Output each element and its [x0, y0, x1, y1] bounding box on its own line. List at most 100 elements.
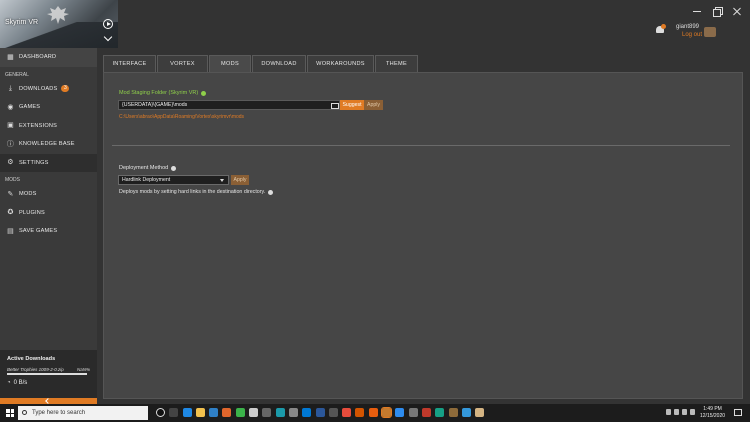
- mods-settings-panel: Mod Staging Folder (Skyrim VR) {USERDATA…: [103, 72, 743, 399]
- avatar[interactable]: [704, 27, 716, 37]
- settings-main: INTERFACE VORTEX MODS DOWNLOAD WORKAROUN…: [103, 55, 743, 399]
- windows-taskbar: Type here to search 1:49 PM 12/15/2020: [0, 404, 750, 422]
- tab-download[interactable]: DOWNLOAD: [252, 55, 306, 72]
- staging-apply-button[interactable]: Apply: [364, 100, 383, 110]
- clock-time: 1:49 PM: [703, 406, 722, 412]
- app-icon[interactable]: [408, 408, 418, 417]
- download-speed-value: 0 B/s: [13, 379, 28, 386]
- deployment-method-value: Hardlink Deployment: [122, 177, 171, 183]
- store-icon[interactable]: [209, 408, 219, 417]
- steam-icon[interactable]: [249, 408, 259, 417]
- download-item[interactable]: Better Trophies 1009-2-0.zip NaN%: [7, 367, 90, 372]
- download-filename: Better Trophies 1009-2-0.zip: [7, 367, 64, 372]
- tray-icon: [666, 409, 671, 415]
- taskbar-apps: [156, 407, 485, 418]
- tray-icon: [674, 409, 679, 415]
- tab-vortex[interactable]: VORTEX: [157, 55, 208, 72]
- chrome-icon[interactable]: [235, 408, 245, 417]
- sidebar-item-dashboard[interactable]: ▦ DASHBOARD: [0, 48, 97, 67]
- speedometer-icon: ◔: [7, 379, 11, 386]
- extensions-icon: ▣: [7, 122, 14, 130]
- app-icon[interactable]: [275, 408, 285, 417]
- staging-folder-input[interactable]: {USERDATA}\{GAME}\mods: [118, 100, 340, 110]
- tab-interface[interactable]: INTERFACE: [103, 55, 156, 72]
- monitor-icon[interactable]: [288, 408, 298, 417]
- tab-theme[interactable]: THEME: [375, 55, 418, 72]
- tab-mods[interactable]: MODS: [209, 55, 251, 72]
- app-icon[interactable]: [328, 408, 338, 417]
- tray-icon: [690, 409, 695, 415]
- play-icon[interactable]: [103, 19, 113, 29]
- deployment-description: Deploys mods by setting hard links in th…: [119, 189, 274, 195]
- section-divider: [112, 145, 730, 146]
- info-icon[interactable]: [171, 165, 177, 171]
- task-view-icon[interactable]: [169, 408, 179, 417]
- info-icon[interactable]: [201, 90, 207, 96]
- sidebar-item-label: GAMES: [19, 104, 41, 111]
- suggest-button[interactable]: Suggest: [340, 100, 364, 110]
- app-icon[interactable]: [222, 408, 232, 417]
- sidebar-item-label: SETTINGS: [19, 159, 49, 166]
- deployment-method-select[interactable]: Hardlink Deployment: [118, 175, 229, 185]
- app-icon[interactable]: [435, 408, 445, 417]
- app-icon[interactable]: [475, 408, 485, 417]
- sidebar-item-extensions[interactable]: ▣ EXTENSIONS: [0, 117, 97, 136]
- close-icon[interactable]: [732, 6, 742, 16]
- game-banner[interactable]: Skyrim VR: [0, 0, 118, 48]
- sidebar: ▦ DASHBOARD GENERAL ⤓ DOWNLOADS 3 ◉ GAME…: [0, 48, 97, 404]
- section-header-general: GENERAL: [5, 71, 29, 78]
- system-tray[interactable]: [666, 409, 695, 415]
- word-icon[interactable]: [315, 408, 325, 417]
- logout-link[interactable]: Log out: [682, 32, 702, 38]
- controller-icon[interactable]: [262, 408, 272, 417]
- folder-browse-icon[interactable]: [330, 101, 339, 109]
- download-speed: ◔ 0 B/s: [7, 380, 90, 386]
- game-title: Skyrim VR: [5, 19, 39, 26]
- sidebar-item-settings[interactable]: ⚙ SETTINGS: [0, 153, 97, 172]
- action-center-icon[interactable]: [734, 409, 742, 416]
- wrench-icon: ✎: [7, 190, 14, 198]
- deployment-method-label-text: Deployment Method: [119, 165, 169, 171]
- office-icon[interactable]: [355, 408, 365, 417]
- app-icon[interactable]: [368, 408, 378, 417]
- title-bar: Skyrim VR giant899 Log out: [0, 0, 750, 48]
- sidebar-item-games[interactable]: ◉ GAMES: [0, 98, 97, 117]
- cortana-icon[interactable]: [156, 408, 165, 417]
- info-icon: ⓘ: [6, 140, 15, 148]
- edge-icon[interactable]: [182, 408, 192, 417]
- clock-date: 12/15/2020: [700, 413, 726, 419]
- taskbar-clock[interactable]: 1:49 PM 12/15/2020: [700, 406, 725, 420]
- section-header-mods: MODS: [5, 177, 20, 183]
- deployment-apply-button[interactable]: Apply: [231, 175, 249, 185]
- staging-folder-label-text: Mod Staging Folder (Skyrim VR): [119, 90, 199, 96]
- sidebar-item-label: EXTENSIONS: [19, 122, 58, 129]
- tab-workarounds[interactable]: WORKAROUNDS: [307, 55, 374, 72]
- app-icon[interactable]: [421, 408, 431, 417]
- app-icon[interactable]: [461, 408, 471, 417]
- deployment-method-label: Deployment Method: [119, 165, 177, 171]
- notification-bell-icon[interactable]: [655, 24, 666, 36]
- taskbar-search-input[interactable]: Type here to search: [18, 406, 148, 420]
- app-icon[interactable]: [342, 408, 352, 417]
- windows-start-icon[interactable]: [6, 409, 14, 417]
- minimize-icon[interactable]: [692, 6, 702, 16]
- plugin-icon: ✪: [7, 209, 14, 217]
- mail-icon[interactable]: [302, 408, 312, 417]
- info-icon[interactable]: [268, 189, 274, 195]
- staging-resolved-path: C:\Users\abrao\AppData\Roaming\Vortex\sk…: [119, 114, 245, 120]
- restore-icon[interactable]: [712, 6, 723, 17]
- file-explorer-icon[interactable]: [195, 408, 205, 417]
- vortex-icon[interactable]: [381, 407, 393, 418]
- sidebar-item-downloads[interactable]: ⤓ DOWNLOADS 3: [0, 80, 97, 99]
- skyrim-logo-icon: [47, 6, 69, 24]
- app-icon[interactable]: [448, 408, 458, 417]
- active-downloads-title: Active Downloads: [7, 356, 56, 362]
- chevron-down-icon: [220, 179, 224, 182]
- zoom-icon[interactable]: [395, 408, 405, 417]
- sidebar-item-save-games[interactable]: ▤ SAVE GAMES: [0, 222, 97, 241]
- downloads-count-badge: 3: [61, 85, 70, 93]
- sidebar-item-mods[interactable]: ✎ MODS: [0, 185, 97, 204]
- sidebar-item-knowledge-base[interactable]: ⓘ KNOWLEDGE BASE: [0, 135, 97, 154]
- search-icon: [22, 410, 27, 415]
- sidebar-item-plugins[interactable]: ✪ PLUGINS: [0, 204, 97, 223]
